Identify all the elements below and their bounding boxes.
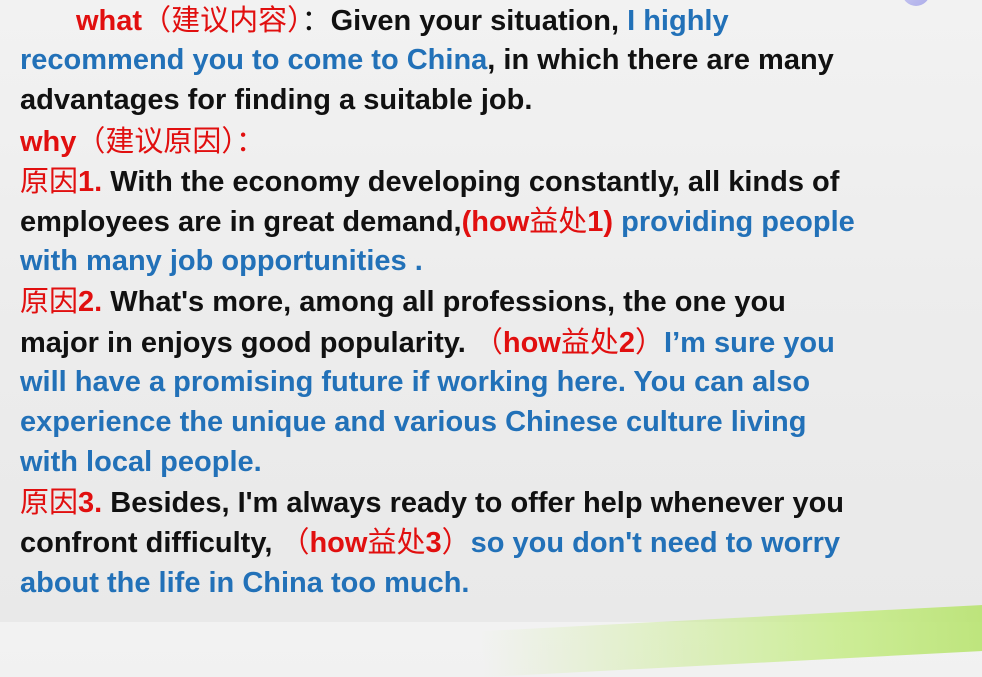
text-segment: about the life in China too much. [20, 566, 470, 599]
text-segment: how [309, 527, 368, 560]
text-segment: 益处 [367, 525, 426, 560]
text-segment: Given your situation, [330, 5, 628, 37]
text-segment: 原因 [20, 284, 79, 319]
text-segment: with local people. [20, 446, 262, 479]
text-segment: （建议原因） [76, 123, 236, 158]
text-segment: Besides, I'm always ready to offer help … [102, 487, 845, 520]
text-line: confront difficulty, （how益处3）so you don'… [20, 522, 980, 562]
text-line: 原因3. Besides, I'm always ready to offer … [20, 482, 980, 522]
text-segment: major in enjoys good popularity. [20, 326, 474, 359]
text-line: about the life in China too much. [20, 563, 980, 603]
text-segment: ： [235, 123, 265, 158]
text-segment: （ [280, 525, 310, 560]
slide-canvas: what（建议内容）：Given your situation, I highl… [0, 0, 982, 677]
text-line: will have a promising future if working … [20, 362, 980, 402]
text-segment: （建议内容） [142, 3, 302, 37]
text-segment: providing people [613, 205, 855, 238]
text-segment: 益处 [529, 203, 588, 238]
text-line: advantages for finding a suitable job. [20, 80, 980, 120]
text-segment: employees are in great demand, [20, 205, 462, 238]
text-segment: 原因 [20, 485, 79, 520]
text-segment: 益处 [560, 324, 619, 359]
text-line: with local people. [20, 442, 980, 482]
text-segment: confront difficulty, [20, 527, 281, 560]
text-segment: recommend you to come to China [20, 44, 488, 77]
text-segment: I’m sure you [664, 326, 835, 359]
text-segment: (how [461, 205, 530, 238]
text-segment: What's more, among all professions, the … [102, 286, 786, 319]
text-line: what（建议内容）：Given your situation, I highl… [20, 0, 980, 40]
green-swoosh-decoration [480, 604, 982, 677]
text-segment: experience the unique and various Chines… [20, 405, 807, 438]
text-segment: what [76, 5, 143, 37]
text-segment: will have a promising future if working … [20, 365, 811, 398]
text-segment: 原因 [20, 163, 79, 198]
text-line: why（建议原因）： [20, 121, 980, 161]
text-segment: 2 [618, 326, 636, 359]
text-segment: , in which there are many [487, 44, 834, 77]
text-segment: advantages for finding a suitable job. [20, 84, 533, 117]
text-line: 原因1. With the economy developing constan… [20, 161, 980, 201]
text-segment: 1. [78, 165, 103, 198]
text-segment: 2. [78, 286, 103, 319]
text-segment: I highly [627, 5, 729, 37]
text-segment: 3 [425, 527, 442, 560]
text-segment: 1) [587, 205, 614, 238]
text-line: employees are in great demand,(how益处1) p… [20, 201, 980, 241]
text-segment: With the economy developing constantly, … [102, 165, 840, 198]
text-line: with many job opportunities . [20, 241, 980, 281]
text-line: experience the unique and various Chines… [20, 402, 980, 442]
text-segment: with many job opportunities . [20, 245, 423, 278]
essay-text-block: what（建议内容）：Given your situation, I highl… [20, 0, 980, 603]
text-segment: ） [635, 324, 665, 359]
text-segment: 3. [78, 487, 103, 520]
text-line: recommend you to come to China, in which… [20, 40, 980, 80]
text-segment: ： [301, 3, 331, 37]
text-segment: why [20, 125, 77, 158]
text-segment: （ [473, 324, 503, 359]
text-line: major in enjoys good popularity. （how益处2… [20, 322, 980, 362]
text-segment: ） [441, 525, 471, 560]
text-line: 原因2. What's more, among all professions,… [20, 281, 980, 321]
text-segment: how [502, 326, 561, 359]
text-segment: so you don't need to worry [470, 527, 841, 560]
